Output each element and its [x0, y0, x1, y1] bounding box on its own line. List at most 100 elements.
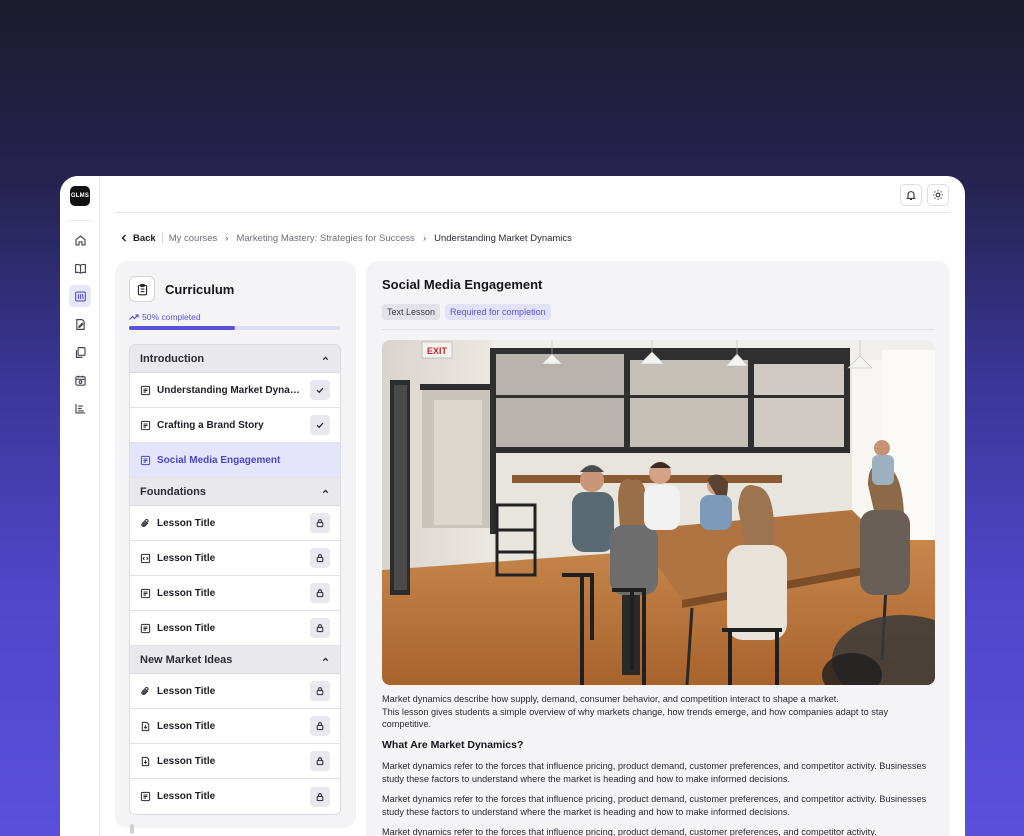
lock-icon	[316, 757, 324, 766]
lesson-tags: Text Lesson Required for completion	[382, 304, 551, 320]
report-icon	[74, 403, 85, 414]
paragraph: Market dynamics refer to the forces that…	[382, 827, 877, 836]
text-lesson-icon	[140, 791, 151, 802]
progress-bar	[129, 326, 340, 330]
icon-rail: GLMS	[60, 176, 100, 836]
lesson-content: Social Media Engagement Text Lesson Requ…	[366, 261, 950, 836]
attachment-icon	[140, 518, 151, 529]
locked-status	[310, 716, 330, 736]
nav-reports[interactable]	[69, 397, 91, 419]
back-button[interactable]: Back	[120, 233, 156, 244]
lesson-item[interactable]: Social Media Engagement	[130, 443, 340, 478]
paragraph: Market dynamics refer to the forces that…	[382, 794, 927, 817]
text-lesson-icon	[140, 385, 151, 396]
lesson-item[interactable]: Lesson Title	[130, 576, 340, 611]
notifications-button[interactable]	[900, 184, 922, 206]
lock-icon	[316, 722, 324, 731]
lock-icon	[316, 519, 324, 528]
bell-icon	[905, 191, 917, 201]
required-badge: Required for completion	[445, 304, 551, 320]
sun-icon	[933, 190, 943, 200]
lesson-item[interactable]: Lesson Title	[130, 506, 340, 541]
text-lesson-icon	[140, 420, 151, 431]
chevron-right-icon: ›	[225, 232, 229, 244]
locked-status	[310, 618, 330, 638]
progress-label: 50% completed	[129, 312, 201, 322]
home-icon	[74, 234, 86, 246]
theme-toggle-button[interactable]	[927, 184, 949, 206]
lesson-item[interactable]: Understanding Market Dynamics	[130, 373, 340, 408]
lesson-title: Lesson Title	[157, 622, 216, 634]
curriculum-title: Curriculum	[165, 281, 235, 297]
nav-documents[interactable]	[69, 341, 91, 363]
lesson-item[interactable]: Lesson Title	[130, 541, 340, 576]
lesson-item[interactable]: Lesson Title	[130, 611, 340, 646]
lesson-title: Lesson Title	[157, 587, 216, 599]
breadcrumb-current: Understanding Market Dynamics	[434, 232, 572, 244]
lesson-title: Social Media Engagement	[157, 454, 281, 466]
nav-library[interactable]	[69, 285, 91, 307]
chevron-up-icon	[322, 356, 329, 361]
lock-icon	[316, 624, 324, 633]
intro-line-2: This lesson gives students a simple over…	[382, 706, 889, 730]
completed-status	[310, 380, 330, 400]
lesson-body: Market dynamics describe how supply, dem…	[382, 693, 935, 836]
lesson-title: Lesson Title	[157, 720, 216, 732]
lesson-title: Lesson Title	[157, 517, 216, 529]
lesson-title: Crafting a Brand Story	[157, 419, 264, 431]
chevron-up-icon	[322, 489, 329, 494]
text-lesson-icon	[140, 623, 151, 634]
locked-status	[310, 786, 330, 807]
text-lesson-icon	[140, 455, 151, 466]
app-logo[interactable]: GLMS	[70, 186, 90, 206]
lesson-item[interactable]: Lesson Title	[130, 744, 340, 779]
lock-icon	[316, 554, 324, 563]
locked-status	[310, 681, 330, 701]
locked-status	[310, 583, 330, 603]
nav-calendar[interactable]	[69, 369, 91, 391]
completed-status	[310, 415, 330, 435]
section-header[interactable]: Introduction	[130, 345, 340, 373]
curriculum-sections: Introduction Understanding Market Dynamic…	[129, 344, 341, 815]
chevron-up-icon	[322, 657, 329, 662]
locked-status	[310, 751, 330, 771]
chevron-left-icon	[121, 234, 126, 242]
breadcrumb-divider	[161, 232, 163, 244]
nav-assignments[interactable]	[69, 313, 91, 335]
check-icon	[316, 422, 324, 429]
lesson-item[interactable]: Lesson Title	[130, 709, 340, 744]
section-title: Introduction	[140, 352, 205, 365]
nav-courses[interactable]	[69, 257, 91, 279]
nav-home[interactable]	[69, 229, 91, 251]
attachment-icon	[140, 686, 151, 697]
breadcrumb-course[interactable]: Marketing Mastery: Strategies for Succes…	[236, 233, 414, 244]
trend-up-icon	[129, 314, 139, 320]
scrollbar[interactable]	[130, 824, 134, 834]
breadcrumb: Back My courses › Marketing Mastery: Str…	[120, 231, 572, 245]
clipboard-icon	[129, 276, 155, 302]
section-heading: What Are Market Dynamics?	[382, 738, 524, 751]
section-title: New Market Ideas	[140, 653, 233, 666]
lesson-item[interactable]: Lesson Title	[130, 674, 340, 709]
lesson-item[interactable]: Lesson Title	[130, 779, 340, 814]
section-header[interactable]: Foundations	[130, 478, 340, 506]
lesson-image: EXIT	[382, 340, 935, 685]
lock-icon	[316, 687, 324, 696]
progress-fill	[129, 326, 235, 330]
back-label: Back	[133, 232, 156, 244]
paragraph: Market dynamics refer to the forces that…	[382, 761, 927, 784]
lock-icon	[316, 792, 324, 801]
locked-status	[310, 513, 330, 533]
lesson-title: Lesson Title	[157, 685, 216, 697]
lock-icon	[316, 589, 324, 598]
download-file-icon	[140, 756, 151, 767]
breadcrumb-my-courses[interactable]: My courses	[169, 233, 218, 244]
download-file-icon	[140, 721, 151, 732]
book-icon	[74, 263, 86, 274]
document-edit-icon	[75, 318, 85, 330]
section-header[interactable]: New Market Ideas	[130, 646, 340, 674]
library-icon	[74, 290, 86, 302]
lesson-item[interactable]: Crafting a Brand Story	[130, 408, 340, 443]
curriculum-panel: Curriculum 50% completed Introduction Und…	[115, 261, 356, 828]
svg-text:EXIT: EXIT	[427, 346, 448, 356]
